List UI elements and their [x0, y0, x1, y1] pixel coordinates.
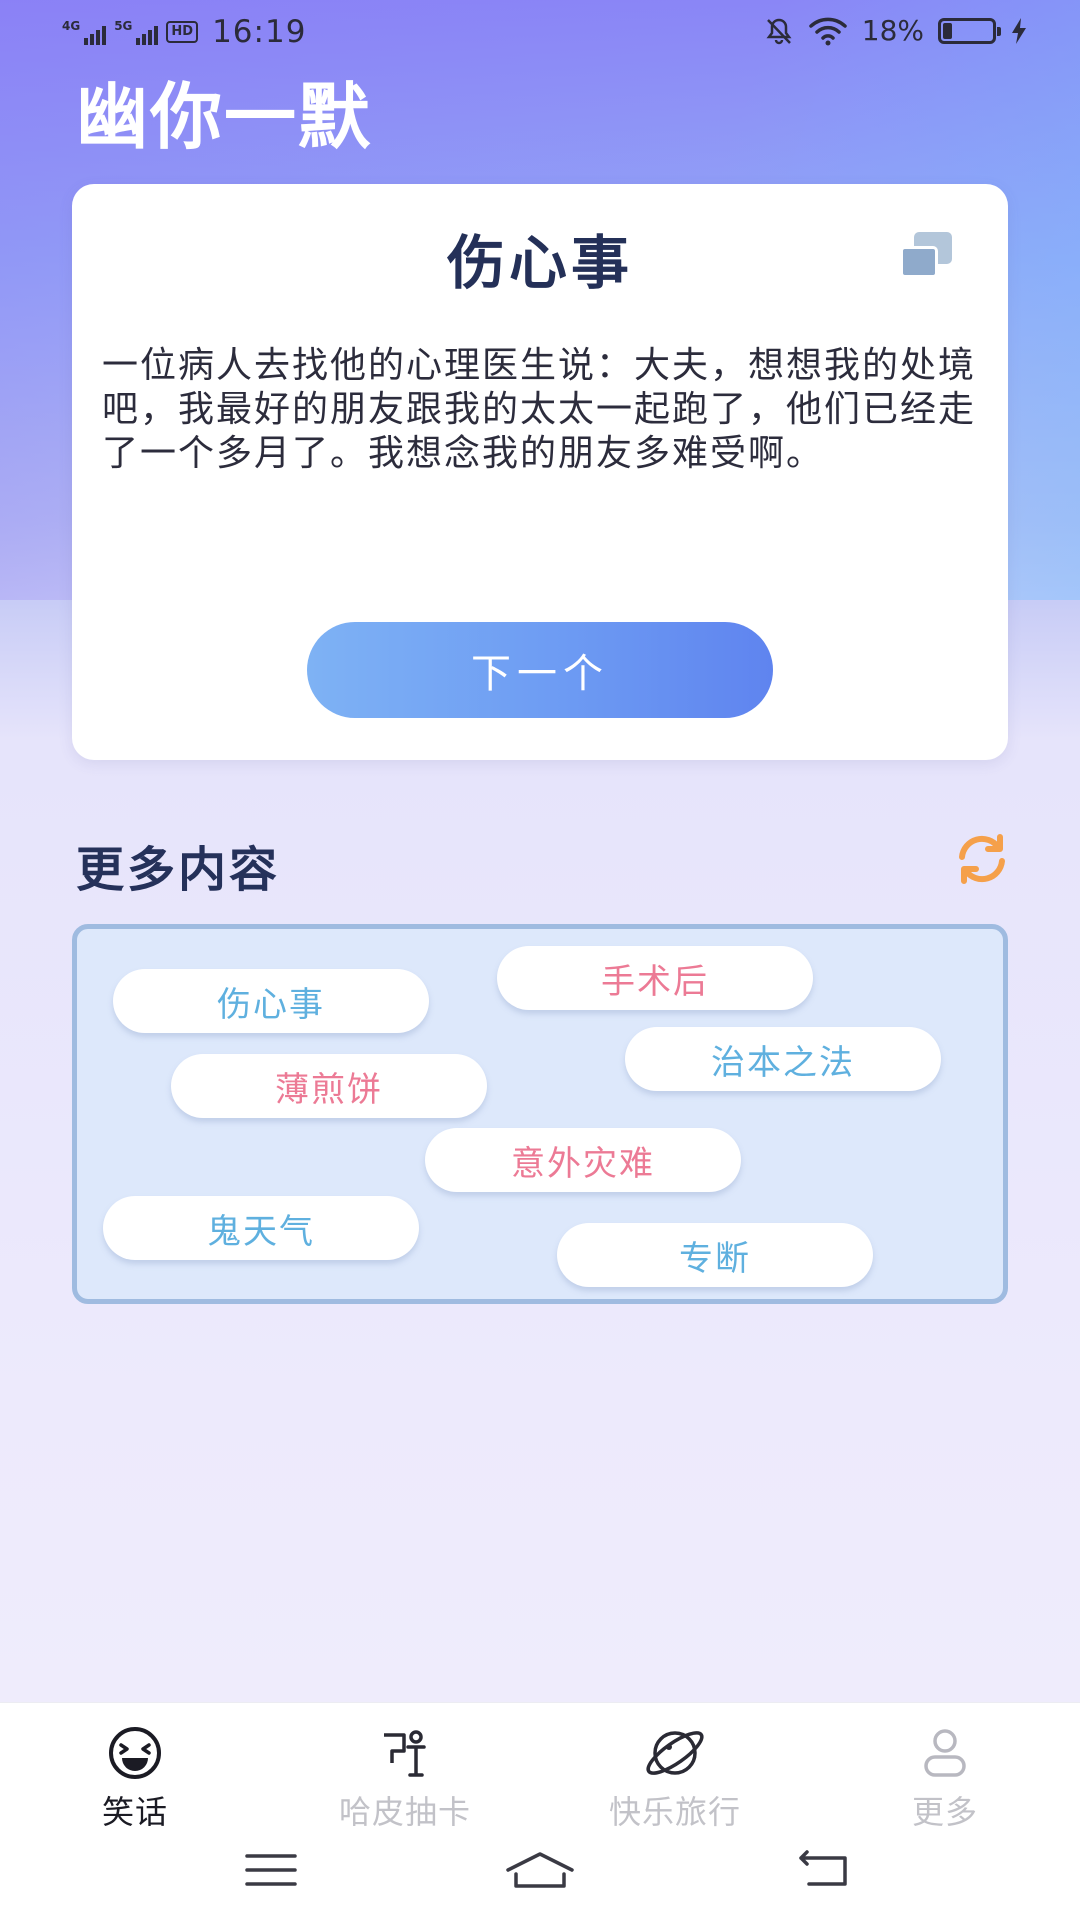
- status-left: 4G 5G HD 16:19: [62, 14, 306, 50]
- status-bar: 4G 5G HD 16:19 18%: [0, 0, 1080, 66]
- menu-icon: [245, 1854, 297, 1886]
- planet-icon: [646, 1731, 704, 1775]
- network-type-label: 5G: [114, 19, 133, 33]
- tab-happy-travel[interactable]: 快乐旅行: [575, 1725, 775, 1833]
- tag-item[interactable]: 专断: [557, 1223, 873, 1287]
- battery-fill: [943, 22, 952, 39]
- app-title: 幽你一默: [76, 75, 373, 159]
- network-type-label: 4G: [62, 19, 81, 33]
- tag-item[interactable]: 薄煎饼: [171, 1054, 487, 1118]
- status-right: 18%: [764, 14, 1028, 47]
- user-icon: [924, 1729, 966, 1777]
- copy-icon[interactable]: [900, 232, 952, 278]
- tab-label: 快乐旅行: [608, 1793, 741, 1831]
- back-button[interactable]: [783, 1840, 863, 1900]
- home-button[interactable]: [500, 1840, 580, 1900]
- home-icon: [506, 1852, 574, 1888]
- tag-item[interactable]: 伤心事: [113, 969, 429, 1033]
- tab-label: 哈皮抽卡: [338, 1793, 471, 1831]
- signal-icon: 4G: [62, 19, 107, 45]
- more-content-title: 更多内容: [76, 842, 281, 898]
- tab-label: 笑话: [101, 1793, 168, 1831]
- next-button[interactable]: 下一个: [307, 622, 773, 718]
- back-icon: [799, 1850, 847, 1886]
- tab-label: 更多: [911, 1793, 978, 1831]
- hd-badge: HD: [166, 21, 199, 43]
- tag-item[interactable]: 手术后: [497, 946, 813, 1010]
- wifi-icon: [809, 17, 847, 45]
- laugh-face-icon: [109, 1727, 161, 1779]
- joke-title: 伤心事: [446, 229, 633, 297]
- tag-item[interactable]: 治本之法: [625, 1027, 941, 1091]
- battery-icon: [938, 17, 1001, 44]
- card-draw-icon: [384, 1730, 426, 1777]
- charging-icon: [1012, 17, 1026, 44]
- tag-cloud: 伤心事 手术后 治本之法 薄煎饼 意外灾难 鬼天气 专断: [72, 924, 1008, 1304]
- joke-card: 伤心事 一位病人去找他的心理医生说：大夫，想想我的处境吧，我最好的朋友跟我的太太…: [72, 184, 1008, 760]
- battery-percent: 18%: [861, 14, 924, 47]
- joke-body: 一位病人去找他的心理医生说：大夫，想想我的处境吧，我最好的朋友跟我的太太一起跑了…: [102, 345, 977, 474]
- clock: 16:19: [212, 14, 307, 50]
- copy-icon-front: [900, 246, 938, 278]
- tag-item[interactable]: 鬼天气: [103, 1196, 419, 1260]
- refresh-icon[interactable]: [954, 833, 1010, 885]
- tab-card-draw[interactable]: 哈皮抽卡: [305, 1725, 505, 1833]
- tab-jokes[interactable]: 笑话: [35, 1725, 235, 1833]
- tab-more[interactable]: 更多: [845, 1725, 1045, 1833]
- tag-item[interactable]: 意外灾难: [425, 1128, 741, 1192]
- menu-button[interactable]: [231, 1840, 311, 1900]
- signal-icon: 5G: [114, 19, 159, 45]
- system-nav-bar: [0, 1840, 1080, 1900]
- mute-icon: [766, 18, 792, 44]
